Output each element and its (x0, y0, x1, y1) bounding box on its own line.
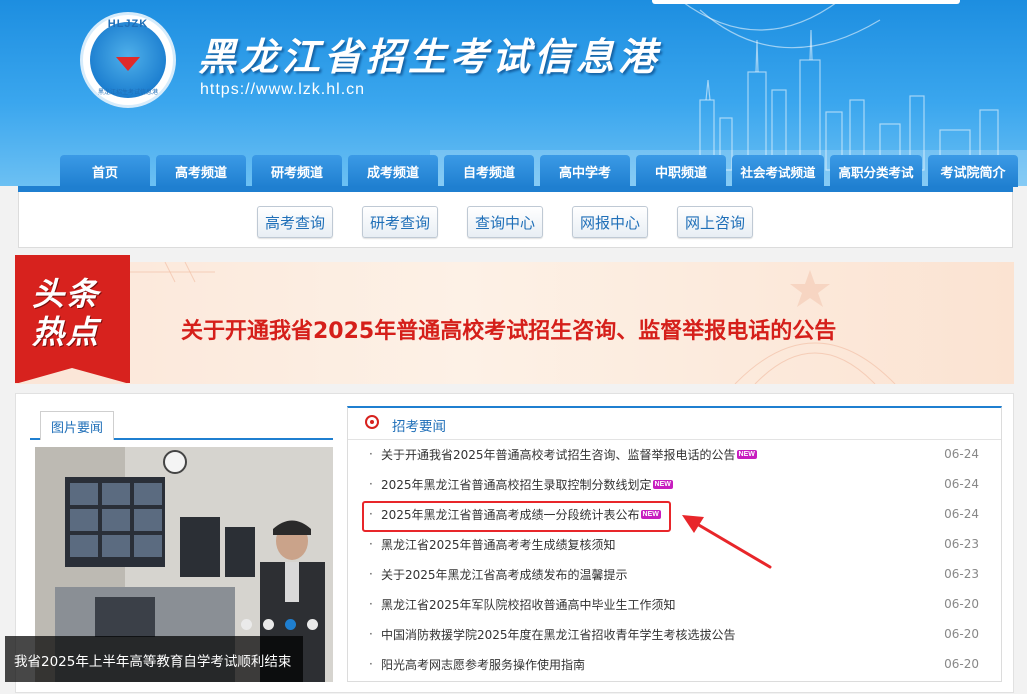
news-item-text[interactable]: 关于2025年黑龙江省高考成绩发布的温馨提示 (381, 566, 628, 583)
list-item[interactable]: · 关于开通我省2025年普通高校考试招生咨询、监督举报电话的公告 NEW 06… (369, 444, 979, 464)
news-item-date: 06-24 (944, 507, 979, 521)
nav-item-gaokao[interactable]: 高考频道 (156, 155, 246, 187)
photo-news-tab-bar: 图片要闻 (30, 408, 333, 440)
news-item-date: 06-23 (944, 537, 979, 551)
list-item[interactable]: · 阳光高考网志愿参考服务操作使用指南 06-20 (369, 654, 979, 674)
admission-news-header: 招考要闻 (348, 408, 1001, 440)
news-item-date: 06-20 (944, 597, 979, 611)
nav-item-social-exam[interactable]: 社会考试频道 (732, 155, 824, 187)
bullet-icon: · (369, 537, 373, 551)
list-item[interactable]: · 2025年黑龙江省普通高校招生录取控制分数线划定 NEW 06-24 (369, 474, 979, 494)
news-item-date: 06-20 (944, 627, 979, 641)
news-item-date: 06-24 (944, 447, 979, 461)
bullet-icon: · (369, 447, 373, 461)
logo-triangle-icon (116, 57, 140, 71)
news-item-text[interactable]: 阳光高考网志愿参考服务操作使用指南 (381, 656, 585, 673)
site-logo[interactable]: HLJZK 黑龙江招生考试信息港 (80, 12, 176, 108)
bullet-icon: · (369, 657, 373, 671)
news-item-text[interactable]: 关于开通我省2025年普通高校考试招生咨询、监督举报电话的公告 (381, 446, 736, 463)
news-item-text[interactable]: 2025年黑龙江省普通高校招生录取控制分数线划定 (381, 476, 652, 493)
target-icon (365, 415, 379, 429)
headline-tag: 头条 热点 (15, 255, 130, 384)
bullet-icon: · (369, 477, 373, 491)
bullet-icon: · (369, 597, 373, 611)
top-search-strip (652, 0, 960, 4)
slide-dot-2[interactable] (263, 619, 274, 630)
logo-abbr: HLJZK (107, 18, 149, 30)
query-center-button[interactable]: 查询中心 (467, 206, 544, 238)
news-item-text[interactable]: 中国消防救援学院2025年度在黑龙江省招收青年学生考核选拔公告 (381, 626, 736, 643)
registration-center-button[interactable]: 网报中心 (572, 206, 649, 238)
yankao-query-button[interactable]: 研考查询 (362, 206, 439, 238)
site-title: 黑龙江省招生考试信息港 (198, 34, 661, 79)
nav-item-yankao[interactable]: 研考频道 (252, 155, 342, 187)
nav-item-about[interactable]: 考试院简介 (928, 155, 1018, 187)
admission-news-title[interactable]: 招考要闻 (392, 415, 446, 435)
slide-dot-1[interactable] (241, 619, 252, 630)
photo-caption[interactable]: 我省2025年上半年高等教育自学考试顺利结束 (14, 650, 291, 670)
pointer-arrow-icon (682, 515, 772, 569)
nav-item-xuekao[interactable]: 高中学考 (540, 155, 630, 187)
nav-item-chengkao[interactable]: 成考频道 (348, 155, 438, 187)
nav-item-zikao[interactable]: 自考频道 (444, 155, 534, 187)
slide-dot-4[interactable] (307, 619, 318, 630)
slide-dot-3[interactable] (285, 619, 296, 630)
new-badge-icon: NEW (736, 449, 757, 459)
online-consult-button[interactable]: 网上咨询 (677, 206, 754, 238)
main-nav: 首页 高考频道 研考频道 成考频道 自考频道 高中学考 中职频道 社会考试频道 … (60, 155, 1018, 187)
headline-link[interactable]: 关于开通我省2025年普通高校考试招生咨询、监督举报电话的公告 (181, 313, 836, 345)
bullet-icon: · (369, 627, 373, 641)
news-item-date: 06-24 (944, 477, 979, 491)
list-item[interactable]: · 关于2025年黑龙江省高考成绩发布的温馨提示 06-23 (369, 564, 979, 584)
news-item-date: 06-20 (944, 657, 979, 671)
news-item-text[interactable]: 黑龙江省2025年普通高考考生成绩复核须知 (381, 536, 616, 553)
logo-small-text: 黑龙江招生考试信息港 (97, 89, 158, 96)
bullet-icon: · (369, 567, 373, 581)
highlight-box (362, 501, 671, 532)
headline-tag-line2: 热点 (32, 313, 101, 351)
new-badge-icon: NEW (652, 479, 673, 489)
news-item-date: 06-23 (944, 567, 979, 581)
news-item-text[interactable]: 黑龙江省2025年军队院校招收普通高中毕业生工作须知 (381, 596, 676, 613)
list-item[interactable]: · 黑龙江省2025年普通高考考生成绩复核须知 06-23 (369, 534, 979, 554)
list-item[interactable]: · 黑龙江省2025年军队院校招收普通高中毕业生工作须知 06-20 (369, 594, 979, 614)
nav-item-gaozhi[interactable]: 高职分类考试 (830, 155, 922, 187)
nav-item-home[interactable]: 首页 (60, 155, 150, 187)
list-item[interactable]: · 中国消防救援学院2025年度在黑龙江省招收青年学生考核选拔公告 06-20 (369, 624, 979, 644)
quick-links-bar: 高考查询 研考查询 查询中心 网报中心 网上咨询 (18, 192, 1013, 248)
photo-news-tab[interactable]: 图片要闻 (40, 411, 115, 440)
site-url: https://www.lzk.hl.cn (200, 81, 366, 98)
gaokao-query-button[interactable]: 高考查询 (257, 206, 334, 238)
nav-item-zhongzhi[interactable]: 中职频道 (636, 155, 726, 187)
